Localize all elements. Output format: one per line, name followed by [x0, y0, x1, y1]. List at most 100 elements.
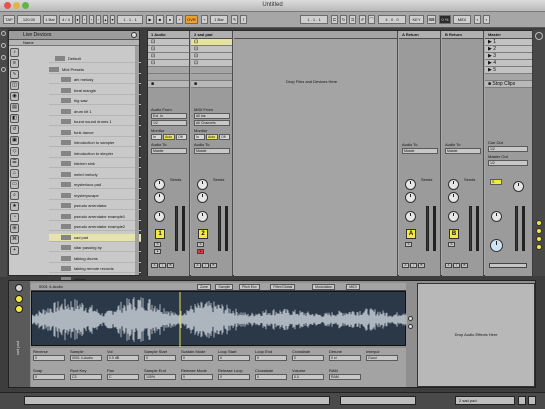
browser-item[interactable]: drum kit 1 — [49, 108, 141, 116]
track-activator-button[interactable]: B — [449, 229, 459, 239]
scene-launch-button[interactable]: ▶ 3 — [485, 53, 532, 60]
pencil-icon[interactable]: ⌇ — [240, 15, 247, 24]
browser-item[interactable]: sad pad — [49, 233, 141, 242]
browser-scrollbar[interactable] — [135, 46, 139, 275]
monitor-in-button[interactable]: In — [194, 134, 205, 140]
clip-activator-icon[interactable] — [15, 284, 23, 292]
send-b-knob[interactable] — [405, 192, 416, 203]
nudge-up-icon[interactable]: › — [89, 15, 94, 24]
recent-category-icon[interactable]: ◔ — [10, 213, 19, 222]
solo-button[interactable]: S — [405, 242, 412, 247]
zoom-out-icon[interactable] — [408, 324, 413, 329]
live-set-category-icon[interactable]: ◇ — [10, 147, 19, 156]
browser-item[interactable]: funk dance — [49, 129, 141, 137]
loop-start-field[interactable]: 1 . 1 . 1 — [300, 15, 328, 24]
show-clip-icon[interactable] — [528, 396, 536, 405]
plugin-category-icon[interactable]: ⊞ — [10, 224, 19, 233]
browser-item[interactable]: talking remote records — [49, 265, 141, 273]
sample-control-value[interactable]: C — [107, 374, 139, 380]
solo-button[interactable]: S — [154, 242, 161, 247]
loop-switch-icon[interactable]: ↻ — [340, 15, 347, 24]
clip-slot[interactable]: ⊡ — [148, 46, 189, 53]
volume-fader[interactable] — [225, 206, 228, 251]
record-icon[interactable]: ● — [166, 15, 174, 24]
volume-fader[interactable] — [182, 206, 185, 251]
track-activator-button[interactable]: 2 — [198, 229, 208, 239]
clip-slot[interactable] — [191, 67, 232, 74]
crossfade-off-button[interactable]: | — [202, 263, 209, 268]
punch-in-icon[interactable]: ⊏ — [331, 15, 338, 24]
loop-length-field[interactable]: 4 . 0 . 0 — [378, 15, 406, 24]
clip-category-icon[interactable]: ▤ — [10, 103, 19, 112]
browser-item[interactable]: Default — [49, 55, 141, 63]
send-b-knob[interactable] — [448, 192, 459, 203]
overdub-icon[interactable]: + — [176, 15, 183, 24]
audio-to-select[interactable]: Master — [194, 148, 230, 154]
solo-button[interactable]: S — [448, 242, 455, 247]
show-hide-mixer-icon[interactable] — [535, 32, 543, 40]
instrument-category-icon[interactable]: ♪ — [10, 48, 19, 57]
clip-slot[interactable] — [191, 74, 232, 81]
arm-button[interactable]: ● — [154, 249, 161, 254]
quantize-menu[interactable]: 1 Bar — [210, 15, 228, 24]
clip-tab[interactable]: Zone — [197, 284, 211, 290]
scene-launch-button[interactable]: ▶ 4 — [485, 60, 532, 67]
play-icon[interactable]: ▶ — [146, 15, 154, 24]
send-a-knob[interactable] — [154, 179, 165, 190]
crossfade-a-button[interactable]: A — [151, 263, 158, 268]
nudge-down-icon[interactable]: ‹ — [82, 15, 87, 24]
track-title[interactable]: A Return — [399, 31, 440, 39]
quantize-icon[interactable]: ⌁ — [201, 15, 208, 24]
audio-from-select[interactable]: Ext. In — [151, 113, 187, 119]
cue-out-select[interactable]: 1/2 — [488, 146, 528, 152]
computer-keyboard-icon[interactable]: ⌨ — [427, 15, 436, 24]
audio-effect-category-icon[interactable]: ∿ — [10, 70, 19, 79]
clip-slot[interactable]: ⊡ — [148, 60, 189, 67]
pan-knob[interactable] — [154, 211, 165, 222]
browser-item[interactable]: mysterious pad — [49, 181, 141, 189]
key-map-button[interactable]: KEY — [409, 15, 424, 24]
overdub-button[interactable]: OVR — [185, 15, 198, 24]
sample-control-value[interactable]: 100% — [144, 374, 176, 380]
sample-control-value[interactable]: Good — [366, 355, 398, 361]
clip-slot[interactable]: ⊡ — [191, 53, 232, 60]
crossfade-a-button[interactable]: A — [194, 263, 201, 268]
crossfade-b-button[interactable]: B — [210, 263, 217, 268]
audio-to-select[interactable]: Master — [151, 148, 187, 154]
pan-knob[interactable] — [197, 211, 208, 222]
midi-from-select[interactable]: All Ins — [194, 113, 230, 119]
track-title[interactable]: 2 sad pad — [191, 31, 232, 39]
sampler-category-icon[interactable]: ◫ — [10, 81, 19, 90]
stop-all-clips-button[interactable]: ■ Stop Clips — [485, 81, 532, 88]
drop-area[interactable]: Drop Files and Devices Here — [234, 31, 398, 276]
add-folder-category-icon[interactable]: + — [10, 246, 19, 255]
volume-fader[interactable] — [433, 206, 436, 251]
sample-control-value[interactable]: 0 — [255, 374, 287, 380]
solo-cue-button[interactable]: S — [490, 179, 502, 185]
browser-item[interactable]: pseudo arrendator example2 — [49, 223, 141, 231]
crossfade-b-button[interactable]: B — [167, 263, 174, 268]
clip-slot[interactable] — [148, 74, 189, 81]
send-b-knob[interactable] — [154, 192, 165, 203]
io-section-icon[interactable] — [536, 220, 542, 226]
clip-slot[interactable]: ⊡ — [148, 53, 189, 60]
scene-launch-button[interactable] — [485, 74, 532, 81]
audio-effects-drop-area[interactable]: Drop Audio Effects Here — [417, 283, 535, 387]
sample-control-value[interactable]: 0 — [33, 374, 65, 380]
monitor-in-button[interactable]: In — [151, 134, 162, 140]
browser-item[interactable]: big saw — [49, 97, 141, 105]
user-library-icon[interactable]: ⌂ — [10, 169, 19, 178]
pan-knob[interactable] — [448, 211, 459, 222]
browser-item[interactable]: Midi Presets — [49, 66, 141, 74]
clip-tab[interactable]: Modulation — [312, 284, 336, 290]
browser-item[interactable]: beat mangle — [49, 87, 141, 95]
send-a-knob[interactable] — [197, 179, 208, 190]
monitor-auto-button[interactable]: Auto — [206, 134, 218, 140]
sample-control-value[interactable]: 0 — [33, 355, 65, 361]
crossfade-a-button[interactable]: A — [402, 263, 409, 268]
tempo-field[interactable]: 120.00 — [17, 15, 41, 24]
sample-control-value[interactable]: 0 — [181, 355, 213, 361]
browser-item[interactable]: pseudo arrendator — [49, 202, 141, 210]
volume-fader[interactable] — [522, 206, 525, 251]
mixer-section-icon[interactable] — [536, 244, 542, 250]
